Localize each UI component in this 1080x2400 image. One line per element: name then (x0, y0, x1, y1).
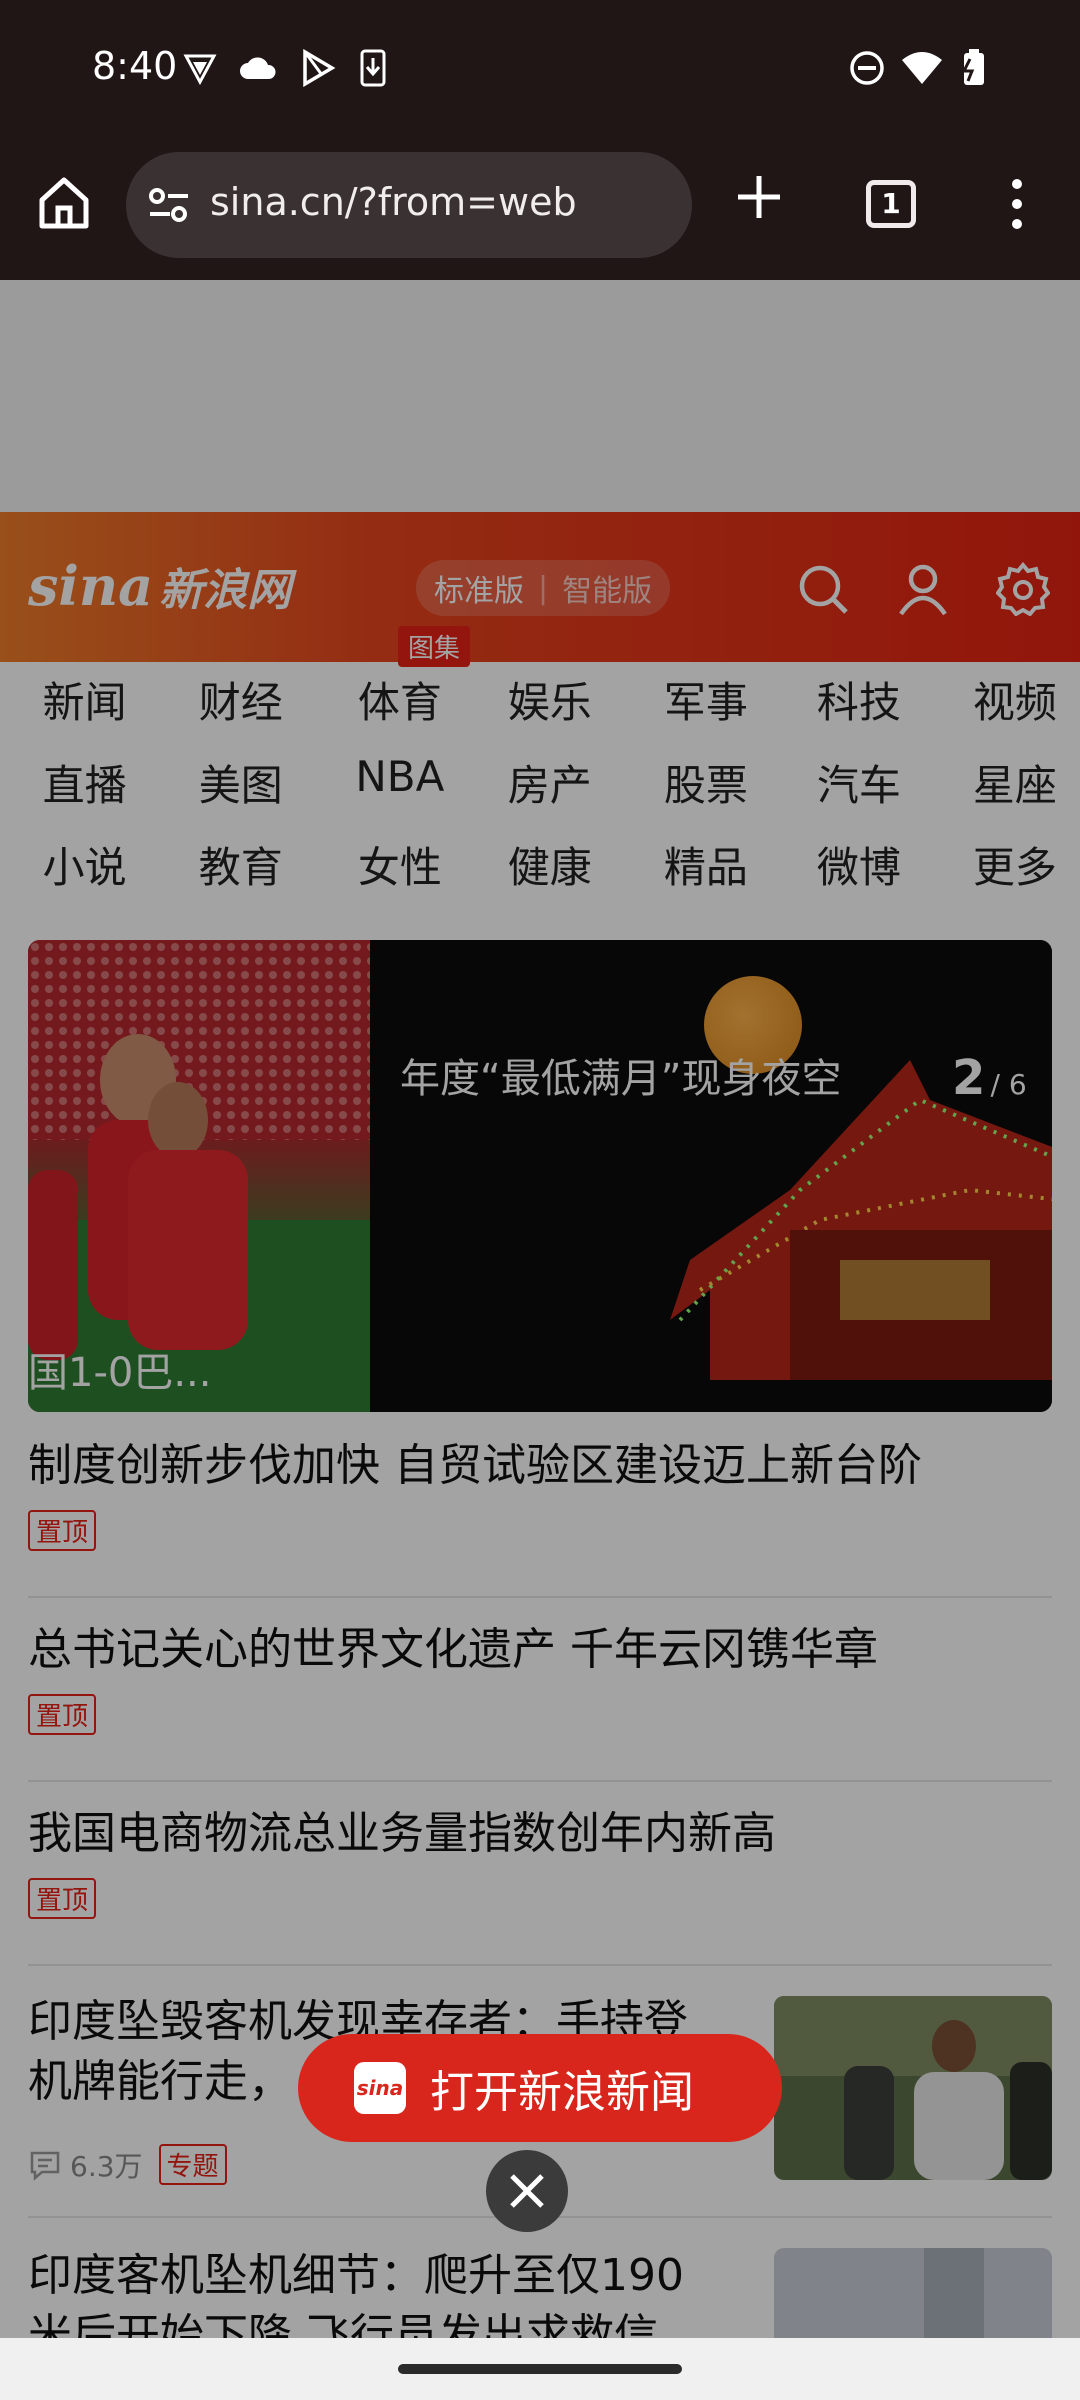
open-sina-news-button[interactable]: sina 打开新浪新闻 (298, 2034, 782, 2142)
system-navigation-bar (0, 2338, 1080, 2400)
download-icon (360, 48, 386, 88)
sina-news-app-icon: sina (354, 2062, 406, 2114)
status-time: 8:40 (92, 44, 178, 88)
open-app-label: 打开新浪新闻 (430, 2067, 694, 2118)
close-icon (510, 2174, 544, 2208)
url-text[interactable]: sina.cn/?from=web (210, 180, 577, 224)
address-bar[interactable]: sina.cn/?from=web (126, 152, 692, 258)
more-options-icon[interactable] (1000, 174, 1034, 238)
battery-charging-icon (956, 48, 990, 88)
status-bar: 8:40 (0, 0, 1080, 130)
wifi-icon (900, 48, 944, 88)
modal-dim-overlay[interactable] (0, 280, 1080, 2338)
home-icon[interactable] (32, 170, 96, 234)
new-tab-icon[interactable] (732, 170, 786, 228)
site-settings-icon[interactable] (146, 182, 192, 232)
close-banner-button[interactable] (486, 2150, 568, 2232)
vpn-shield-icon (182, 48, 218, 88)
cloud-icon (238, 48, 278, 88)
home-gesture-handle[interactable] (398, 2364, 682, 2374)
play-store-icon (300, 48, 336, 88)
do-not-disturb-icon (848, 48, 886, 88)
browser-toolbar: sina.cn/?from=web 1 (0, 130, 1080, 280)
tab-switcher-button[interactable]: 1 (866, 180, 916, 228)
